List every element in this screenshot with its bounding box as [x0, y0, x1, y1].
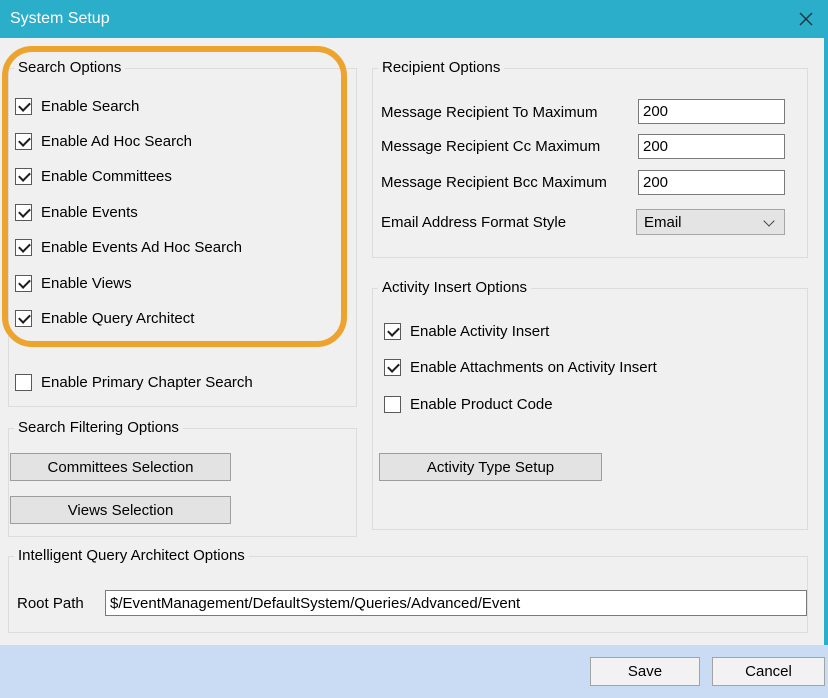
chevron-down-icon — [763, 215, 774, 226]
checkbox-label: Enable Product Code — [410, 396, 553, 413]
query-architect-group-title: Intelligent Query Architect Options — [14, 547, 249, 564]
email-format-style-value: Email — [644, 214, 682, 231]
checkbox-enable-attachments-on-activity-insert[interactable] — [384, 359, 401, 376]
committees-selection-button[interactable]: Committees Selection — [10, 453, 231, 481]
search-options-group-title: Search Options — [14, 59, 125, 76]
checkbox-enable-activity-insert[interactable] — [384, 323, 401, 340]
email-format-style-dropdown[interactable]: Email — [636, 209, 785, 235]
recipient-bcc-max-label: Message Recipient Bcc Maximum — [381, 173, 607, 193]
root-path-label: Root Path — [17, 594, 84, 614]
save-button[interactable]: Save — [590, 657, 700, 686]
root-path-input[interactable] — [105, 590, 807, 616]
query-architect-group: Intelligent Query Architect Options Root… — [8, 556, 808, 633]
recipient-options-group-title: Recipient Options — [378, 59, 504, 76]
recipient-to-max-label: Message Recipient To Maximum — [381, 103, 597, 123]
recipient-cc-max-input[interactable] — [638, 134, 785, 159]
checkbox-row-enable-attachments-on-activity-insert[interactable]: Enable Attachments on Activity Insert — [384, 359, 657, 376]
checkbox-row-enable-search[interactable]: Enable Search — [15, 98, 139, 115]
checkbox-enable-query-architect[interactable] — [15, 310, 32, 327]
search-filtering-group: Search Filtering Options Committees Sele… — [8, 428, 357, 537]
title-bar: System Setup — [0, 0, 828, 38]
checkbox-label: Enable Query Architect — [41, 310, 194, 327]
checkbox-enable-product-code[interactable] — [384, 396, 401, 413]
checkbox-row-enable-committees[interactable]: Enable Committees — [15, 168, 172, 185]
close-icon — [798, 11, 814, 27]
activity-insert-group-title: Activity Insert Options — [378, 279, 531, 296]
recipient-cc-max-label: Message Recipient Cc Maximum — [381, 137, 600, 157]
activity-type-setup-button[interactable]: Activity Type Setup — [379, 453, 602, 481]
cancel-button[interactable]: Cancel — [712, 657, 825, 686]
checkbox-label: Enable Primary Chapter Search — [41, 374, 253, 391]
checkbox-label: Enable Events Ad Hoc Search — [41, 239, 242, 256]
checkbox-label: Enable Search — [41, 98, 139, 115]
checkbox-row-enable-ad-hoc-search[interactable]: Enable Ad Hoc Search — [15, 133, 192, 150]
checkbox-label: Enable Attachments on Activity Insert — [410, 359, 657, 376]
checkbox-row-enable-query-architect[interactable]: Enable Query Architect — [15, 310, 194, 327]
close-button[interactable] — [790, 4, 822, 34]
search-options-group: Search Options Enable Search Enable Ad H… — [8, 68, 357, 407]
recipient-to-max-input[interactable] — [638, 99, 785, 124]
checkbox-enable-events-ad-hoc-search[interactable] — [15, 239, 32, 256]
checkbox-enable-events[interactable] — [15, 204, 32, 221]
views-selection-button[interactable]: Views Selection — [10, 496, 231, 524]
checkbox-row-enable-views[interactable]: Enable Views — [15, 275, 132, 292]
checkbox-enable-ad-hoc-search[interactable] — [15, 133, 32, 150]
checkbox-label: Enable Views — [41, 275, 132, 292]
checkbox-row-enable-primary-chapter-search[interactable]: Enable Primary Chapter Search — [15, 374, 253, 391]
window-title: System Setup — [10, 0, 110, 38]
checkbox-enable-primary-chapter-search[interactable] — [15, 374, 32, 391]
checkbox-label: Enable Events — [41, 204, 138, 221]
recipient-options-group: Recipient Options Message Recipient To M… — [372, 68, 808, 258]
checkbox-label: Enable Committees — [41, 168, 172, 185]
recipient-bcc-max-input[interactable] — [638, 170, 785, 195]
footer-bar: Save Cancel — [0, 645, 828, 698]
checkbox-row-enable-events-ad-hoc-search[interactable]: Enable Events Ad Hoc Search — [15, 239, 242, 256]
checkbox-label: Enable Activity Insert — [410, 323, 549, 340]
checkbox-row-enable-activity-insert[interactable]: Enable Activity Insert — [384, 323, 549, 340]
checkbox-label: Enable Ad Hoc Search — [41, 133, 192, 150]
checkbox-row-enable-product-code[interactable]: Enable Product Code — [384, 396, 553, 413]
system-setup-dialog: System Setup Search Options Enable Searc… — [0, 0, 828, 698]
checkbox-row-enable-events[interactable]: Enable Events — [15, 204, 138, 221]
checkbox-enable-search[interactable] — [15, 98, 32, 115]
email-format-style-label: Email Address Format Style — [381, 213, 566, 233]
checkbox-enable-views[interactable] — [15, 275, 32, 292]
search-filtering-group-title: Search Filtering Options — [14, 419, 183, 436]
activity-insert-group: Activity Insert Options Enable Activity … — [372, 288, 808, 530]
checkbox-enable-committees[interactable] — [15, 168, 32, 185]
window-edge-right — [824, 38, 828, 645]
